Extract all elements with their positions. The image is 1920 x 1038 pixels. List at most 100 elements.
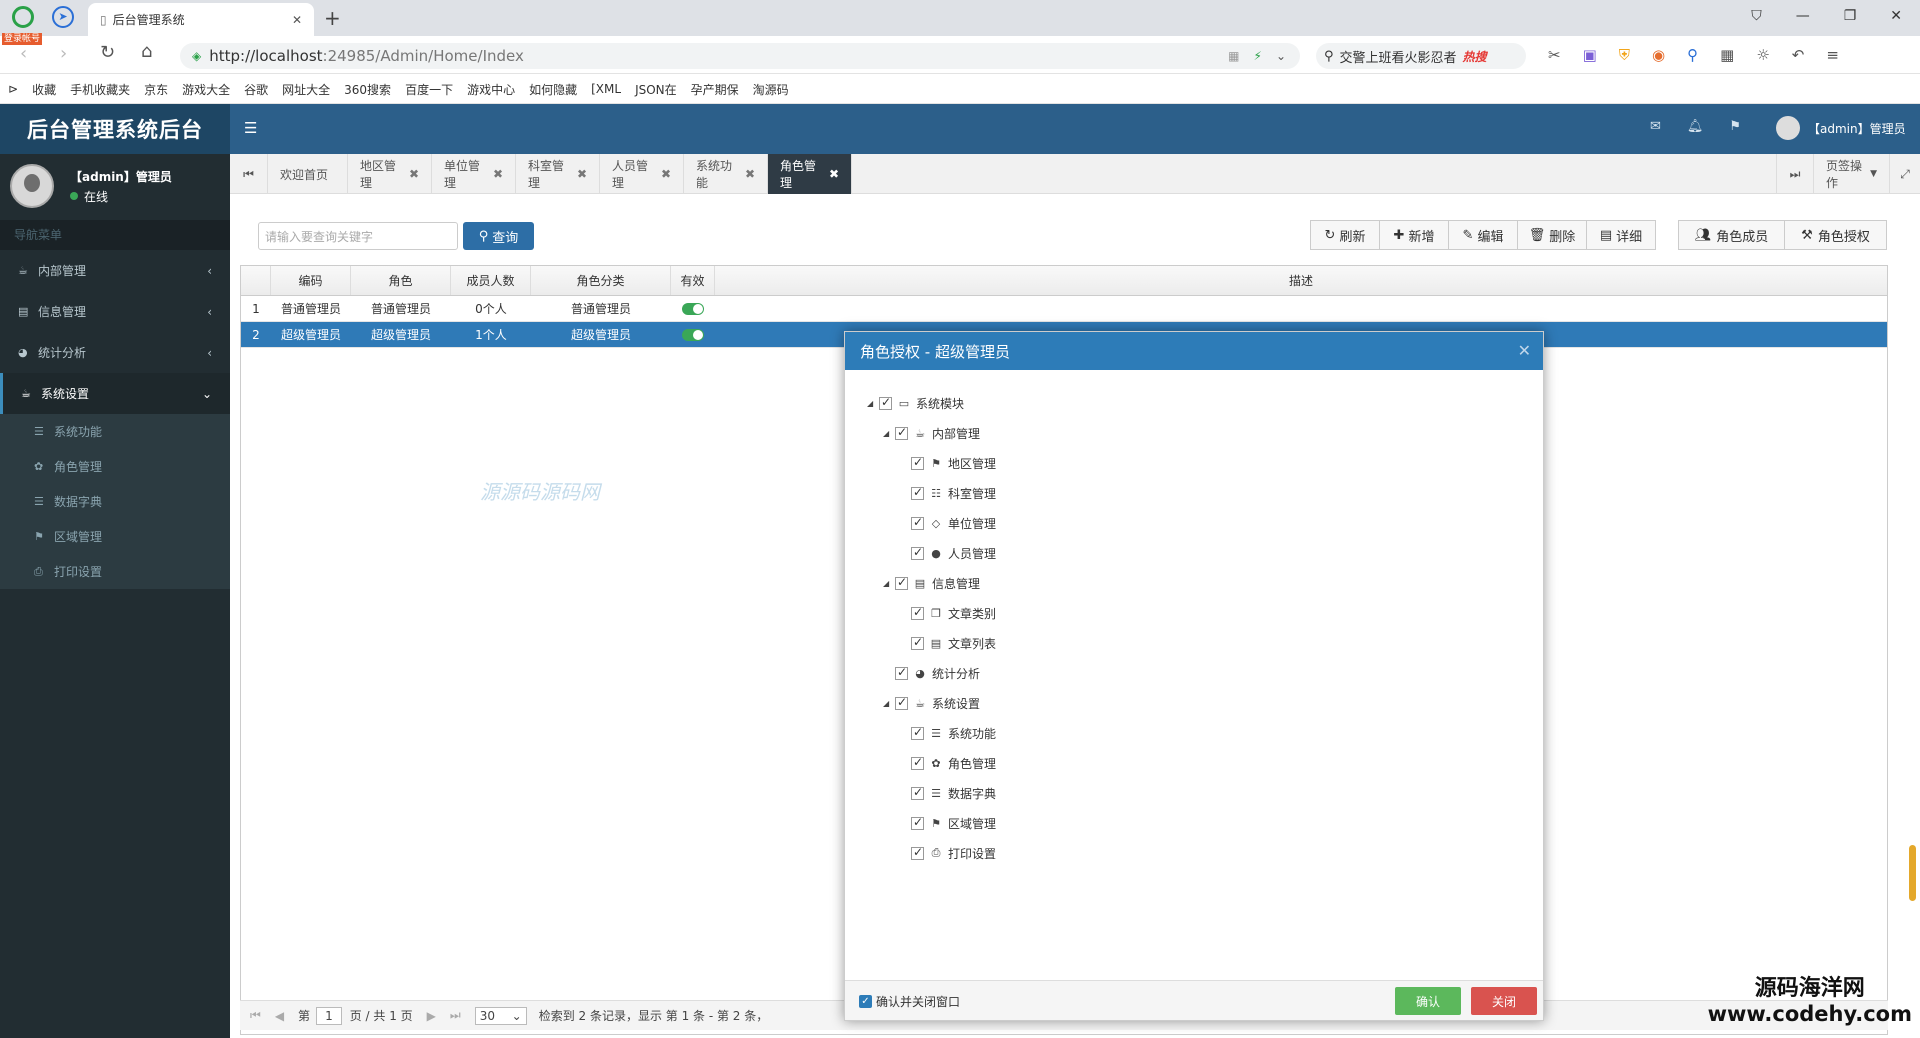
tree-checkbox[interactable] <box>911 845 924 860</box>
minimize-icon[interactable]: — <box>1796 8 1810 24</box>
close-window-icon[interactable]: ✕ <box>1890 8 1902 24</box>
table-row[interactable]: 1 普通管理员 普通管理员 0个人 普通管理员 <box>241 296 1887 322</box>
bookmark-item[interactable]: 百度一下 <box>405 81 453 98</box>
tree-checkbox[interactable] <box>911 635 924 650</box>
tab-close-icon[interactable]: ✖ <box>661 167 671 181</box>
tab-close-icon[interactable]: ✕ <box>292 13 302 27</box>
tree-node[interactable]: ⚑ 区域管理 <box>867 808 996 838</box>
last-page-icon[interactable]: ⏭ <box>450 1008 461 1023</box>
tree-checkbox[interactable] <box>911 785 924 800</box>
close-button[interactable]: 关闭 <box>1471 987 1537 1015</box>
url-field[interactable]: ◈ http://localhost:24985/Admin/Home/Inde… <box>180 43 1300 69</box>
tab-close-icon[interactable]: ✖ <box>577 167 587 181</box>
skin-icon[interactable]: ⛉ <box>1751 8 1762 24</box>
shield-icon[interactable]: ⛨ <box>1619 46 1630 64</box>
tree-node[interactable]: ◢ ▭ 系统模块 <box>867 388 996 418</box>
tree-node[interactable]: ▤ 文章列表 <box>867 628 996 658</box>
new-tab-icon[interactable]: + <box>324 6 341 30</box>
tab-roles[interactable]: 角色管理 ✖ <box>768 154 852 194</box>
tab-close-icon[interactable]: ✖ <box>493 167 503 181</box>
flag-icon[interactable]: ⚑ <box>1729 119 1741 134</box>
bookmark-item[interactable]: 游戏中心 <box>467 81 515 98</box>
tree-checkbox[interactable] <box>911 755 924 770</box>
sidebar-item-internal[interactable]: ☕ 内部管理 ‹ <box>0 250 230 291</box>
role-members-button[interactable]: 👥︎ 角色成员 <box>1678 220 1785 250</box>
tree-node[interactable]: ⎙ 打印设置 <box>867 838 996 868</box>
browser-search-box[interactable]: ⚲ 交警上班看火影忍者 热搜 <box>1316 43 1526 69</box>
game-icon[interactable]: ◉ <box>1652 46 1665 64</box>
bookmark-item[interactable]: 游戏大全 <box>182 81 230 98</box>
apps-icon[interactable]: ▦ <box>1720 46 1734 64</box>
bookmark-item[interactable]: 360搜索 <box>344 81 391 98</box>
next-page-icon[interactable]: ▶ <box>427 1009 436 1023</box>
bookmark-item[interactable]: 手机收藏夹 <box>70 81 130 98</box>
role-authorize-button[interactable]: ⚒ 角色授权 <box>1784 220 1887 250</box>
tab-close-icon[interactable]: ✖ <box>409 167 419 181</box>
tab-close-icon[interactable]: ✖ <box>829 167 839 181</box>
edit-button[interactable]: ✎ 编辑 <box>1448 220 1518 250</box>
tree-node[interactable]: ◕ 统计分析 <box>867 658 996 688</box>
back-icon[interactable]: ‹ <box>20 43 27 64</box>
sidebar-toggle-icon[interactable]: ☰ <box>244 119 257 137</box>
sidebar-subitem-functions[interactable]: ☰ 系统功能 <box>0 414 230 449</box>
fullscreen-icon[interactable]: ⤢ <box>1890 154 1920 194</box>
tab-departments[interactable]: 科室管理 ✖ <box>516 154 600 194</box>
browser-tab[interactable]: ▯ 后台管理系统 ✕ <box>88 3 314 36</box>
navigate-icon[interactable]: ➤ <box>52 6 74 28</box>
tree-node[interactable]: ☷ 科室管理 <box>867 478 996 508</box>
tree-checkbox[interactable] <box>911 815 924 830</box>
sidebar-item-stats[interactable]: ◕ 统计分析 ‹ <box>0 332 230 373</box>
scrollbar-handle[interactable] <box>1909 845 1916 901</box>
header-user[interactable]: 【admin】管理员 <box>1776 116 1906 140</box>
bookmark-item[interactable]: 谷歌 <box>244 81 268 98</box>
sidebar-toggle-bookmark-icon[interactable]: ⊳ <box>8 82 18 96</box>
tree-checkbox[interactable] <box>911 605 924 620</box>
tree-node[interactable]: ☰ 系统功能 <box>867 718 996 748</box>
undo-icon[interactable]: ↶ <box>1792 46 1805 64</box>
tree-checkbox[interactable] <box>911 455 924 470</box>
column-role[interactable]: 角色 <box>351 266 451 295</box>
bell-icon[interactable]: 🔔︎ <box>1687 119 1704 134</box>
login-badge[interactable]: 登录帐号 <box>2 33 43 45</box>
tree-node[interactable]: ◇ 单位管理 <box>867 508 996 538</box>
app-brand[interactable]: 后台管理系统后台 <box>0 104 230 154</box>
forward-icon[interactable]: › <box>60 43 67 64</box>
page-input[interactable]: 1 <box>316 1006 342 1025</box>
tree-node[interactable]: ● 人员管理 <box>867 538 996 568</box>
tree-checkbox[interactable] <box>895 695 908 710</box>
browser-logo-icon[interactable] <box>12 6 34 28</box>
confirm-close-checkbox[interactable]: ✓ 确认并关闭窗口 <box>859 993 960 1010</box>
column-description[interactable]: 描述 <box>715 266 1887 295</box>
bookmark-item[interactable]: [XML <box>591 82 621 96</box>
add-button[interactable]: ✚ 新增 <box>1379 220 1449 250</box>
prev-page-icon[interactable]: ◀ <box>275 1009 284 1023</box>
tab-regions[interactable]: 地区管理 ✖ <box>348 154 432 194</box>
tab-close-icon[interactable]: ✖ <box>745 167 755 181</box>
column-member-count[interactable]: 成员人数 <box>451 266 531 295</box>
confirm-button[interactable]: 确认 <box>1395 987 1461 1015</box>
tree-node[interactable]: ◢ ☕ 系统设置 <box>867 688 996 718</box>
sidebar-subitem-roles[interactable]: ✿ 角色管理 <box>0 449 230 484</box>
tree-checkbox[interactable] <box>895 425 908 440</box>
sidebar-subitem-dictionary[interactable]: ☰ 数据字典 <box>0 484 230 519</box>
bookmark-item[interactable]: 孕产期保 <box>691 81 739 98</box>
tab-functions[interactable]: 系统功能 ✖ <box>684 154 768 194</box>
tree-node[interactable]: ✿ 角色管理 <box>867 748 996 778</box>
enabled-toggle[interactable] <box>682 328 704 341</box>
url-dropdown-icon[interactable]: ⌄ <box>1276 49 1286 63</box>
sidebar-subitem-print[interactable]: ⎙ 打印设置 <box>0 554 230 589</box>
tab-welcome[interactable]: 欢迎首页 <box>268 154 348 194</box>
restore-icon[interactable]: ❐ <box>1844 8 1857 24</box>
expand-arrow-icon[interactable]: ◢ <box>867 399 877 408</box>
bookmark-item[interactable]: JSON在 <box>635 81 677 98</box>
tab-operations-menu[interactable]: 页签操作 ▼ <box>1814 154 1890 194</box>
translate-icon[interactable]: ▣ <box>1583 46 1597 64</box>
lightning-icon[interactable]: ⚡ <box>1254 49 1262 63</box>
tree-checkbox[interactable] <box>895 665 908 680</box>
tree-node[interactable]: ❐ 文章类别 <box>867 598 996 628</box>
page-size-select[interactable]: 30 ⌄ <box>474 1006 527 1025</box>
delete-button[interactable]: 🗑︎ 删除 <box>1517 220 1587 250</box>
tree-checkbox[interactable] <box>895 575 908 590</box>
tree-checkbox[interactable] <box>911 545 924 560</box>
tab-units[interactable]: 单位管理 ✖ <box>432 154 516 194</box>
